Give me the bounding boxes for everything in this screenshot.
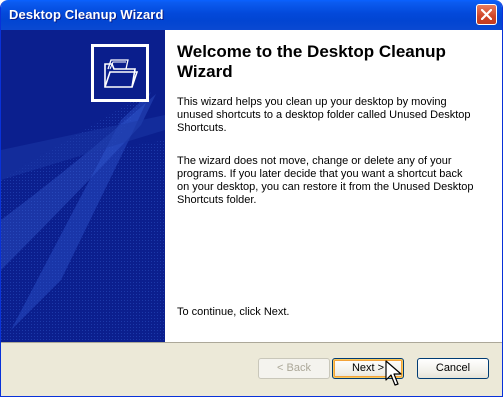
title-bar[interactable]: Desktop Cleanup Wizard: [1, 0, 502, 30]
continue-instruction: To continue, click Next.: [177, 306, 290, 318]
wizard-window: Desktop Cleanup Wizard Welcome to the De…: [0, 0, 503, 397]
folder-icon: [104, 59, 138, 88]
intro-paragraph: This wizard helps you clean up your desk…: [177, 96, 471, 134]
mouse-cursor-icon: [385, 360, 402, 386]
folder-icon-box: [91, 44, 149, 102]
back-button[interactable]: < Back: [258, 358, 330, 379]
info-paragraph: The wizard does not move, change or dele…: [177, 155, 474, 206]
window-title: Desktop Cleanup Wizard: [9, 7, 164, 22]
button-bar: < Back Next > Cancel: [1, 342, 502, 396]
close-icon: [481, 9, 492, 20]
cancel-button[interactable]: Cancel: [417, 358, 489, 379]
wizard-content: Welcome to the Desktop Cleanup Wizard Th…: [165, 30, 502, 342]
wizard-side-banner: [1, 30, 165, 342]
close-button[interactable]: [476, 4, 497, 25]
wizard-heading: Welcome to the Desktop Cleanup Wizard: [177, 42, 446, 81]
